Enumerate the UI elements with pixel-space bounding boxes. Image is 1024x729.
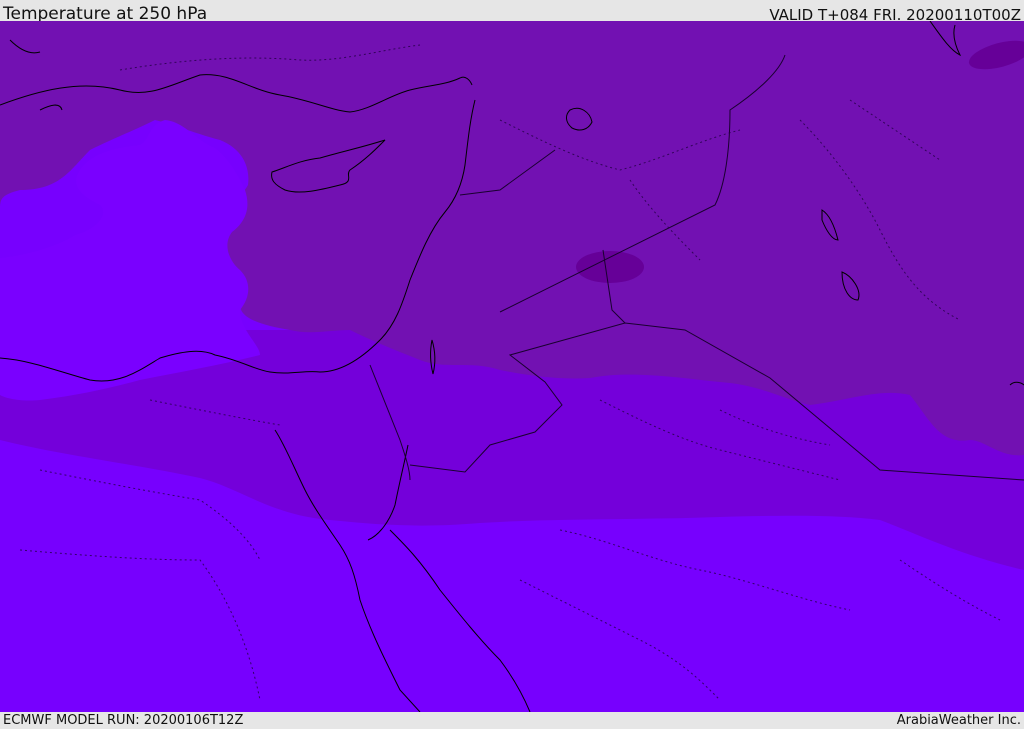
band-coldest-iraq	[576, 251, 644, 283]
map-canvas	[0, 21, 1024, 712]
map-header: Temperature at 250 hPa VALID T+084 FRI. …	[0, 0, 1024, 24]
temperature-map	[0, 21, 1024, 712]
map-footer: ECMWF MODEL RUN: 20200106T12Z ArabiaWeat…	[0, 712, 1024, 729]
credit-label: ArabiaWeather Inc.	[896, 713, 1021, 728]
model-run-label: ECMWF MODEL RUN: 20200106T12Z	[3, 713, 244, 728]
